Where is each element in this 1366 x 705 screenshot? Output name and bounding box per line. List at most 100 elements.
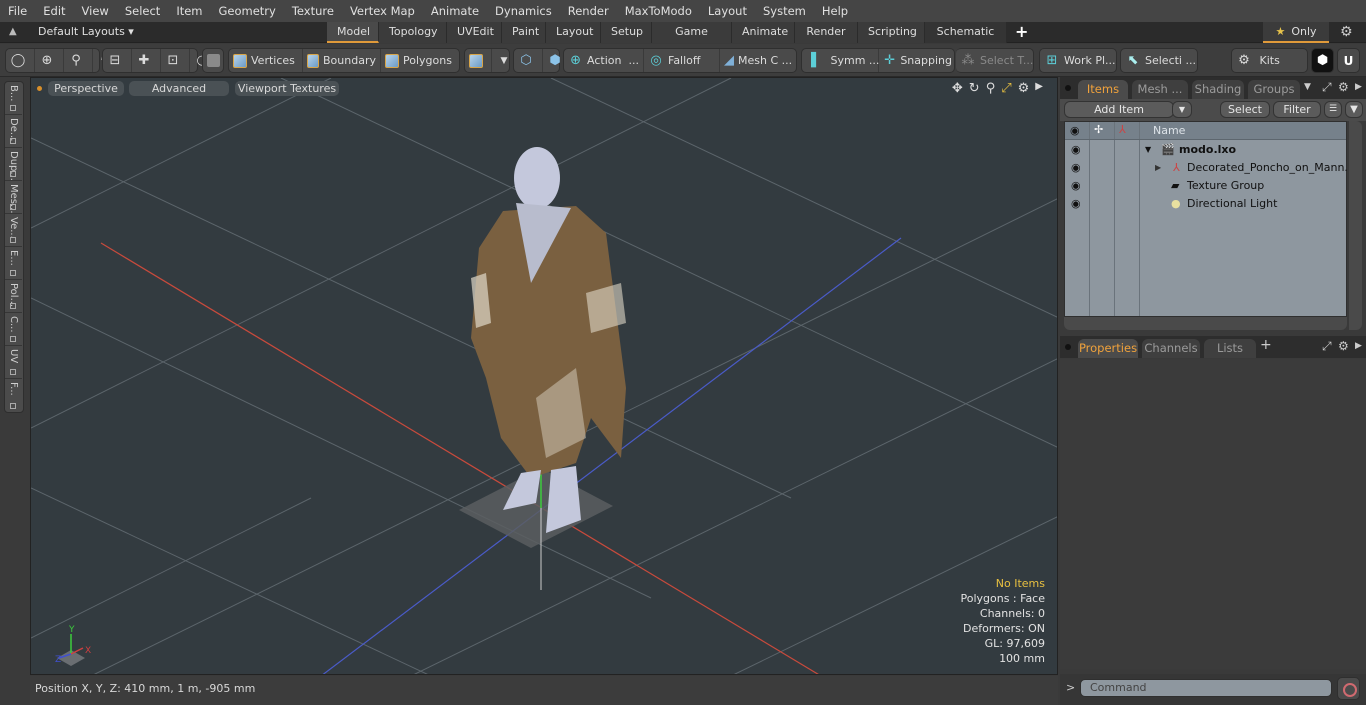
tree-row-scene[interactable]: ◉ ▼ 🎬 modo.lxo [1065,141,1346,159]
tab-properties[interactable]: Properties [1078,339,1138,358]
viewport-textures-button[interactable]: Viewport Textures [235,81,339,96]
expand-panel-icon[interactable]: ⤢ [1322,80,1332,95]
panel-gear-icon[interactable]: ⚙ [1338,80,1349,94]
menu-help[interactable]: Help [814,0,856,22]
uv-cross-icon[interactable]: ✚ [132,49,161,72]
filter-button[interactable]: Filter [1273,101,1321,118]
properties-gear-icon[interactable]: ⚙ [1338,339,1349,353]
kits-button[interactable]: ⚙ Kits [1231,48,1308,73]
tab-scripting[interactable]: Scripting [858,22,925,43]
left-tab-duplicate[interactable]: Dup... [5,148,22,181]
material-mode-button[interactable] [465,49,492,72]
add-item-button[interactable]: Add Item [1064,101,1174,118]
viewport-gear-icon[interactable]: ⚙ [1018,81,1030,96]
tab-lists[interactable]: Lists [1204,339,1256,358]
visibility-eye-icon[interactable]: ◉ [1071,141,1081,159]
gear-icon[interactable]: ⚙ [1340,24,1353,40]
vertices-button[interactable]: Vertices [229,49,303,72]
action-button[interactable]: ⊕ Action ... [564,49,644,72]
only-toggle[interactable]: ★ Only [1263,22,1329,43]
selection-sets-button[interactable]: ⬉ Selecti ... [1120,48,1198,73]
visibility-eye-icon[interactable]: ◉ [1071,195,1081,213]
3d-viewport[interactable]: Y X Z Perspective Advanced Viewport Text… [30,77,1058,675]
menu-animate[interactable]: Animate [423,0,487,22]
menu-system[interactable]: System [755,0,814,22]
panel-arrow-icon[interactable]: ▶ [1355,82,1362,92]
select-through-button[interactable]: ⁂ Select T... [956,48,1034,73]
left-tab-polygon[interactable]: Pol... [5,280,22,313]
perspective-button[interactable]: Perspective [48,81,124,96]
left-tab-mesh-edit[interactable]: Mes... [5,181,22,214]
left-tab-edge[interactable]: E... [5,247,22,280]
left-tab-vertex[interactable]: Ve... [5,214,22,247]
snapping-button[interactable]: ✛ Snapping [879,49,956,72]
left-tab-fusion[interactable]: F... [5,379,22,412]
mesh-constraint-button[interactable]: ◢ Mesh C ... [720,49,796,72]
frame-icon[interactable]: ⊡ [161,49,190,72]
tree-row-mesh[interactable]: ◉ ▶ ⅄ Decorated_Poncho_on_Mann... [1065,159,1355,177]
tab-model[interactable]: Model [327,22,379,43]
circle-select-icon[interactable]: ◯ [6,49,35,72]
falloff-button[interactable]: ◎ Falloff [644,49,720,72]
left-tab-curve[interactable]: C... [5,313,22,346]
command-history-button[interactable] [1337,677,1360,700]
panel-options-dot[interactable] [1065,85,1071,91]
tab-topology[interactable]: Topology [379,22,447,43]
viewport-expand-icon[interactable]: ▶ [1035,81,1043,96]
tab-setup[interactable]: Setup [601,22,652,43]
tab-uvedit[interactable]: UVEdit [447,22,502,43]
symmetry-button[interactable]: ▐ Symm ... [802,49,879,72]
tree-row-texture-group[interactable]: ◉ ▰ Texture Group [1065,177,1346,195]
left-tab-deform[interactable]: De... [5,115,22,148]
select-button[interactable]: Select [1220,101,1270,118]
tab-game-tools[interactable]: Game Tools [652,22,732,58]
properties-options-dot[interactable] [1065,344,1071,350]
command-input[interactable]: Command [1080,679,1332,697]
boundary-button[interactable]: Boundary [303,49,381,72]
tabs-dropdown-icon[interactable]: ▼ [1304,82,1311,92]
menu-edit[interactable]: Edit [35,0,73,22]
menu-select[interactable]: Select [117,0,168,22]
polygons-button[interactable]: Polygons [381,49,459,72]
bridge-icon[interactable]: ⊟ [103,49,132,72]
properties-arrow-icon[interactable]: ▶ [1355,341,1362,351]
visibility-eye-icon[interactable]: ◉ [1071,159,1081,177]
left-tab-uv[interactable]: UV [5,346,22,379]
tree-row-light[interactable]: ◉ ● Directional Light [1065,195,1346,213]
tab-schematic-fusion[interactable]: Schematic Fusion [925,22,1007,58]
expand-properties-icon[interactable]: ⤢ [1322,339,1332,354]
menu-view[interactable]: View [74,0,117,22]
menu-maxtomodo[interactable]: MaxToModo [617,0,700,22]
layout-collapse-icon[interactable]: ▲ [9,26,17,37]
menu-layout[interactable]: Layout [700,0,755,22]
visibility-eye-icon[interactable]: ◉ [1071,177,1081,195]
move-view-icon[interactable]: ✥ [952,81,963,96]
tab-items[interactable]: Items [1078,80,1128,99]
add-item-dropdown[interactable]: ▼ [1172,101,1192,118]
menu-dynamics[interactable]: Dynamics [487,0,560,22]
funnel-icon[interactable]: ▼ [1345,101,1363,118]
menu-vertex-map[interactable]: Vertex Map [342,0,423,22]
action-center-auto-icon[interactable]: ⬡ [514,49,543,72]
collapse-arrow-icon[interactable]: ▶ [1155,159,1161,177]
menu-geometry[interactable]: Geometry [211,0,284,22]
add-tab-button[interactable]: + [1007,22,1036,43]
zoom-view-icon[interactable]: ⚲ [986,81,996,96]
viewport-options-dot[interactable] [37,86,42,91]
maximize-view-icon[interactable]: ⤢ [1001,81,1011,96]
menu-item[interactable]: Item [168,0,210,22]
tab-mesh[interactable]: Mesh ... [1132,80,1188,99]
tab-channels[interactable]: Channels [1142,339,1200,358]
tab-shading[interactable]: Shading [1192,80,1244,99]
left-tab-basic[interactable]: B... [5,82,22,115]
layout-select[interactable]: Default Layouts ▾ [38,25,134,38]
globe-icon[interactable]: ⊕ [35,49,64,72]
tree-vertical-scrollbar[interactable] [1349,121,1362,330]
menu-render[interactable]: Render [560,0,617,22]
tab-render[interactable]: Render [795,22,858,43]
tab-paint[interactable]: Paint [502,22,546,43]
pen-tool-icon[interactable]: ⚲ [64,49,93,72]
tab-layout[interactable]: Layout [546,22,601,43]
advanced-button[interactable]: Advanced [129,81,229,96]
tree-horizontal-scrollbar[interactable] [1064,317,1347,330]
